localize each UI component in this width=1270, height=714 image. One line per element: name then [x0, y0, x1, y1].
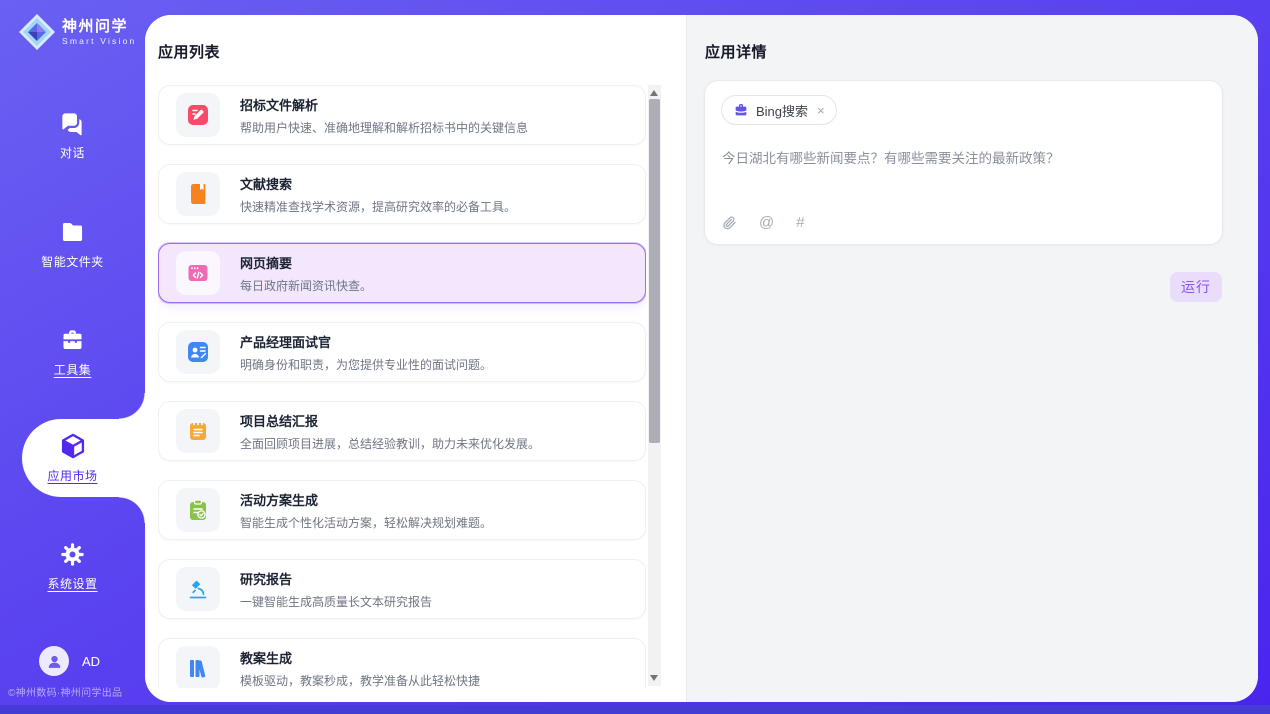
app-icon-box: [176, 330, 220, 374]
diamond-logo-icon: [18, 13, 56, 51]
user-row[interactable]: AD: [39, 646, 100, 676]
app-detail-title: 应用详情: [705, 41, 767, 62]
app-card-title: 网页摘要: [240, 253, 372, 272]
toolbox-icon: [59, 327, 86, 354]
sidebar-item-smart-folder[interactable]: 智能文件夹: [0, 219, 145, 270]
app-card-title: 教案生成: [240, 648, 480, 667]
sidebar-item-settings[interactable]: 系统设置: [0, 541, 145, 592]
sidebar-label-chat: 对话: [60, 144, 85, 161]
app-card-pm-interviewer[interactable]: 产品经理面试官 明确身份和职责，为您提供专业性的面试问题。: [158, 322, 646, 382]
sidebar-item-app-market[interactable]: 应用市场: [0, 432, 145, 484]
query-input[interactable]: 今日湖北有哪些新闻要点？有哪些需要关注的最新政策？: [722, 149, 1202, 169]
app-card-title: 项目总结汇报: [240, 411, 540, 430]
app-card-desc: 智能生成个性化活动方案，轻松解决规划难题。: [240, 514, 492, 531]
app-icon-box: [176, 646, 220, 688]
sidebar-item-toolset[interactable]: 工具集: [0, 327, 145, 378]
plugin-chip-bing-search[interactable]: Bing搜索 ×: [721, 95, 837, 125]
gear-icon: [59, 541, 86, 568]
avatar[interactable]: [39, 646, 69, 676]
app-list-title: 应用列表: [158, 41, 220, 62]
app-icon-box: [176, 172, 220, 216]
app-card-desc: 全面回顾项目进展，总结经验教训，助力未来优化发展。: [240, 435, 540, 452]
app-icon-box: [176, 567, 220, 611]
app-card-project-summary[interactable]: 项目总结汇报 全面回顾项目进展，总结经验教训，助力未来优化发展。: [158, 401, 646, 461]
app-list: 招标文件解析 帮助用户快速、准确地理解和解析招标书中的关键信息 文献搜索 快速精…: [158, 85, 646, 688]
app-list-panel: 应用列表 招标文件解析 帮助用户快速、准确地理解和解析招标书中的关键信息: [145, 15, 686, 702]
scrollbar-thumb[interactable]: [649, 99, 660, 443]
scroll-up-arrow-icon[interactable]: [650, 90, 658, 96]
app-card-desc: 每日政府新闻资讯快查。: [240, 277, 372, 294]
app-detail-panel: 应用详情 Bing搜索 × 今日湖北有哪些新闻要点？有哪些需要关注的最新政策？ …: [686, 15, 1258, 702]
sidebar-label-app-market: 应用市场: [47, 467, 97, 484]
app-card-lesson-plan[interactable]: 教案生成 模板驱动，教案秒成，教学准备从此轻松快捷: [158, 638, 646, 688]
brand-logo: 神州问学 Smart Vision: [18, 13, 136, 51]
book-icon: [186, 182, 210, 206]
app-card-desc: 模板驱动，教案秒成，教学准备从此轻松快捷: [240, 672, 480, 689]
notepad-icon: [186, 419, 210, 443]
interviewer-icon: [186, 340, 210, 364]
app-card-literature-search[interactable]: 文献搜索 快速精准查找学术资源，提高研究效率的必备工具。: [158, 164, 646, 224]
app-card-title: 文献搜索: [240, 174, 516, 193]
app-card-title: 活动方案生成: [240, 490, 492, 509]
app-card-webpage-summary[interactable]: 网页摘要 每日政府新闻资讯快查。: [158, 243, 646, 303]
app-card-title: 研究报告: [240, 569, 432, 588]
clipboard-check-icon: [186, 498, 210, 522]
main-panel: 应用列表 招标文件解析 帮助用户快速、准确地理解和解析招标书中的关键信息: [145, 15, 1258, 702]
window-bottom-strip: [0, 705, 1270, 714]
bump-curve-bottom: [119, 497, 145, 523]
sidebar-label-toolset: 工具集: [54, 361, 92, 378]
copyright-footer: ©神州数码·神州问学出品: [8, 684, 122, 699]
app-icon-box: [176, 251, 220, 295]
microscope-icon: [186, 577, 210, 601]
pencil-edit-icon: [186, 103, 210, 127]
app-icon-box: [176, 93, 220, 137]
books-icon: [186, 656, 210, 680]
app-card-desc: 帮助用户快速、准确地理解和解析招标书中的关键信息: [240, 119, 528, 136]
sidebar-item-chat[interactable]: 对话: [0, 110, 145, 161]
chat-icon: [59, 110, 86, 137]
plugin-chip-label: Bing搜索: [756, 101, 808, 120]
brand-title: 神州问学: [62, 18, 136, 36]
scroll-down-arrow-icon[interactable]: [650, 675, 658, 681]
app-card-title: 产品经理面试官: [240, 332, 492, 351]
sidebar-label-settings: 系统设置: [47, 575, 97, 592]
user-initials: AD: [82, 654, 100, 669]
app-card-desc: 一键智能生成高质量长文本研究报告: [240, 593, 432, 610]
app-list-scrollbar[interactable]: [648, 85, 661, 686]
app-card-title: 招标文件解析: [240, 95, 528, 114]
briefcase-icon: [733, 102, 749, 118]
app-icon-box: [176, 409, 220, 453]
folder-icon: [59, 219, 86, 246]
prompt-card: Bing搜索 × 今日湖北有哪些新闻要点？有哪些需要关注的最新政策？ @ #: [704, 80, 1223, 245]
sidebar: 神州问学 Smart Vision 对话 智能文件夹 工具集 应: [0, 0, 145, 714]
chip-close-icon[interactable]: ×: [817, 103, 825, 118]
attachment-toolbar: @ #: [722, 215, 805, 231]
sidebar-label-smart-folder: 智能文件夹: [41, 253, 104, 270]
webpage-code-icon: [186, 261, 210, 285]
run-button[interactable]: 运行: [1170, 272, 1222, 302]
app-icon-box: [176, 488, 220, 532]
app-card-desc: 快速精准查找学术资源，提高研究效率的必备工具。: [240, 198, 516, 215]
app-card-tender-parse[interactable]: 招标文件解析 帮助用户快速、准确地理解和解析招标书中的关键信息: [158, 85, 646, 145]
paperclip-icon[interactable]: [722, 215, 737, 231]
person-icon: [46, 653, 63, 670]
brand-subtitle: Smart Vision: [62, 36, 136, 46]
mention-icon[interactable]: @: [759, 215, 774, 231]
app-card-activity-plan[interactable]: 活动方案生成 智能生成个性化活动方案，轻松解决规划难题。: [158, 480, 646, 540]
bump-curve-top: [119, 393, 145, 419]
app-card-research-report[interactable]: 研究报告 一键智能生成高质量长文本研究报告: [158, 559, 646, 619]
cube-icon: [59, 432, 87, 460]
hash-icon[interactable]: #: [796, 215, 804, 231]
app-card-desc: 明确身份和职责，为您提供专业性的面试问题。: [240, 356, 492, 373]
